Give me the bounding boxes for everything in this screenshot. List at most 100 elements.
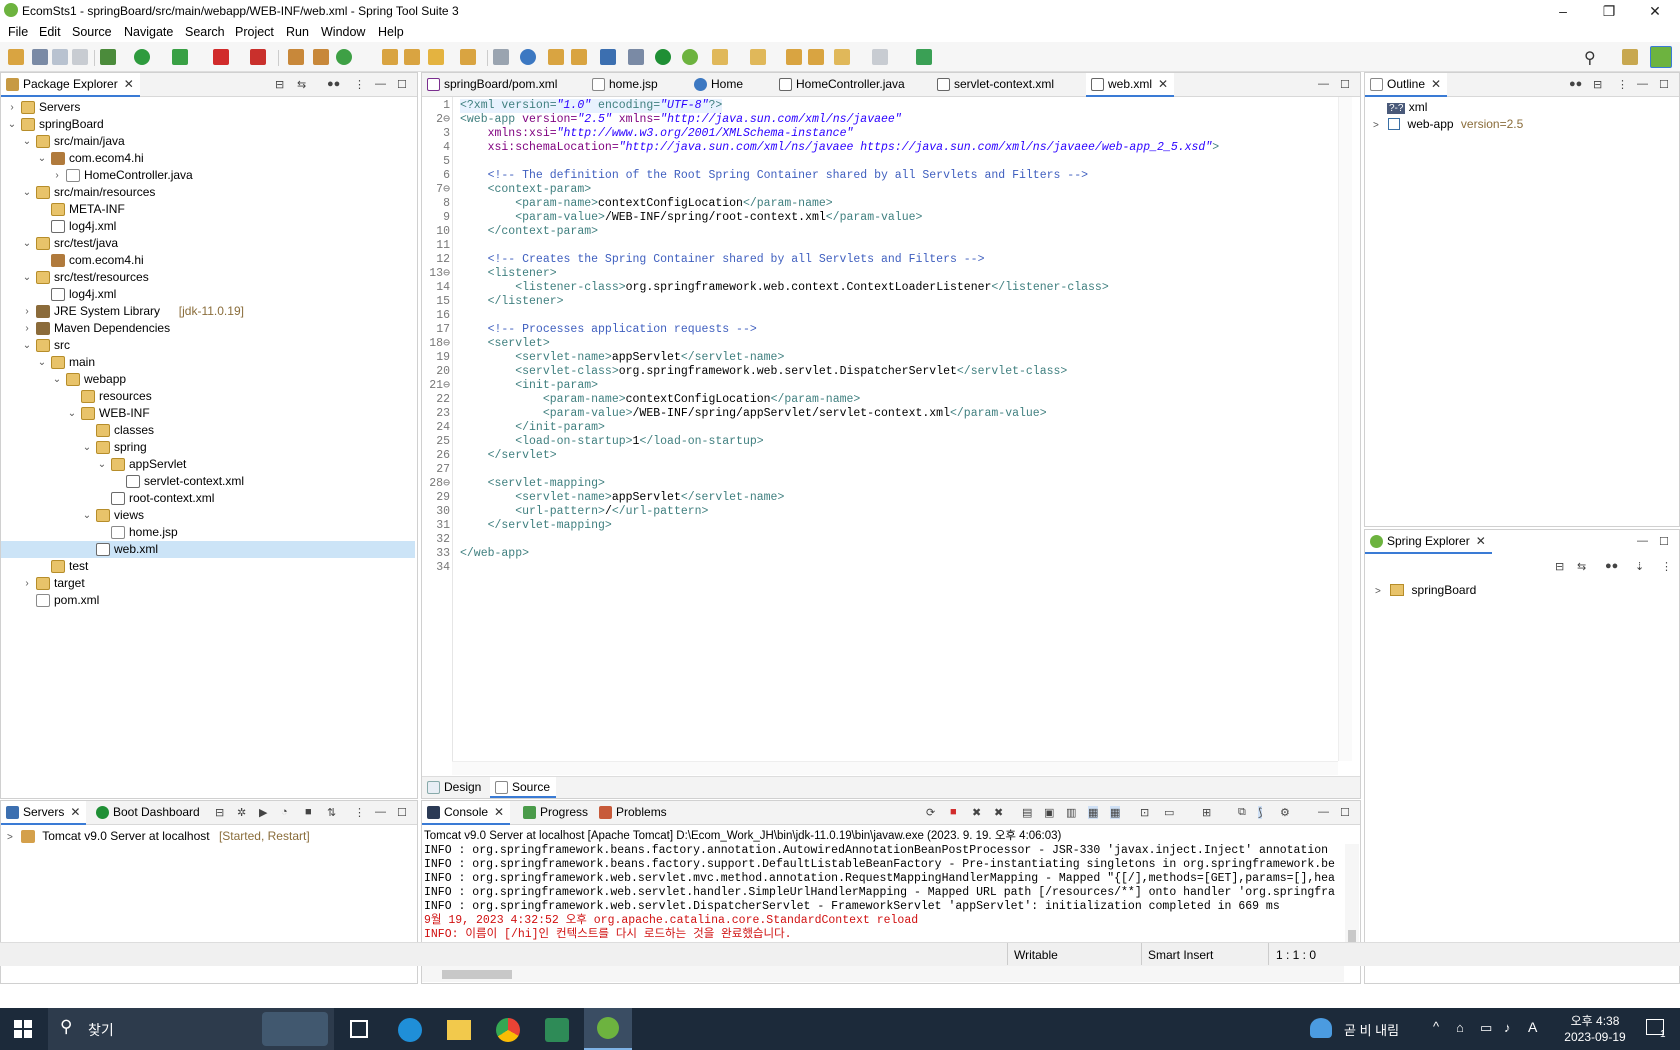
close-button[interactable]: ✕ (1632, 0, 1678, 22)
tree-item[interactable]: ⌄ src/test/resources (1, 269, 415, 286)
tree-item[interactable]: pom.xml (1, 592, 415, 609)
tab-design[interactable]: Design (422, 777, 487, 798)
relaunch-icon[interactable] (250, 49, 266, 65)
next-annotation-icon[interactable] (712, 49, 728, 65)
ime-indicator[interactable]: A (1528, 1019, 1537, 1035)
horizontal-scrollbar[interactable] (452, 761, 1338, 775)
minimize-button[interactable]: – (1540, 0, 1586, 22)
code-line[interactable]: <param-name>contextConfigLocation</param… (460, 393, 860, 407)
pin-console-icon[interactable]: ⊡ (1140, 806, 1149, 819)
tab-progress[interactable]: Progress (518, 801, 594, 825)
tree-item[interactable]: web.xml (1, 541, 415, 558)
forward-icon[interactable] (872, 49, 888, 65)
weather-icon[interactable] (1310, 1018, 1332, 1038)
code-line[interactable]: xsi:schemaLocation="http://java.sun.com/… (460, 141, 1220, 155)
spring-perspective-icon[interactable] (1650, 46, 1672, 68)
chevron-down-icon[interactable]: ⌄ (37, 150, 47, 167)
minimize-view-icon[interactable]: — (1637, 78, 1648, 90)
expand-icon[interactable]: > (7, 832, 13, 843)
network-icon[interactable]: ⌂ (1456, 1020, 1464, 1035)
tab-package-explorer[interactable]: Package Explorer ✕ (1, 73, 140, 97)
code-editor[interactable]: 1 <?xml version="1.0" encoding="UTF-8"?> 2… (422, 97, 1337, 761)
tree-item[interactable]: › Servers (1, 99, 415, 116)
stop-server-icon[interactable]: ■ (305, 806, 312, 818)
tab-home-browser[interactable]: Home (689, 73, 749, 97)
gear-icon[interactable] (493, 49, 509, 65)
expand-icon[interactable]: > (1375, 586, 1381, 597)
save-icon[interactable] (32, 49, 48, 65)
search-tool-icon[interactable] (428, 49, 444, 65)
maximize-view-icon[interactable]: ☐ (397, 806, 407, 819)
close-icon[interactable]: ✕ (70, 805, 80, 819)
tree-item[interactable]: ⌄ src/test/java (1, 235, 415, 252)
menu-search[interactable]: Search (185, 25, 225, 39)
code-line[interactable]: <param-value>/WEB-INF/spring/appServlet/… (460, 407, 1047, 421)
code-line[interactable]: </listener> (460, 295, 564, 309)
code-line[interactable]: </servlet> (460, 449, 557, 463)
chevron-down-icon[interactable]: ⌄ (7, 116, 17, 133)
code-line[interactable]: <context-param> (460, 183, 592, 197)
debug-server-icon[interactable]: ✲ (237, 806, 246, 819)
maximize-button[interactable]: ❐ (1586, 0, 1632, 22)
collapse-all-icon[interactable]: ⊟ (275, 78, 284, 91)
tree-item[interactable]: servlet-context.xml (1, 473, 415, 490)
link-icon[interactable] (628, 49, 644, 65)
task-view-icon[interactable] (350, 1020, 368, 1038)
new-spring-project-icon[interactable] (288, 49, 304, 65)
menu-run[interactable]: Run (286, 25, 309, 39)
search-icon[interactable]: ⚲ (1584, 48, 1596, 68)
task-icon[interactable] (548, 49, 564, 65)
spring-console-icon[interactable]: ⟆ (1258, 806, 1263, 819)
sts-taskbar-button[interactable] (584, 1008, 632, 1050)
gear-icon[interactable]: ⚙ (1280, 806, 1290, 819)
tree-item[interactable]: ⌄ src (1, 337, 415, 354)
code-line[interactable]: <servlet-name>appServlet</servlet-name> (460, 351, 784, 365)
maximize-editor-icon[interactable]: ☐ (1340, 78, 1350, 91)
spring-icon[interactable] (682, 49, 698, 65)
app-icon[interactable] (545, 1018, 569, 1042)
code-line[interactable]: <param-value>/WEB-INF/spring/root-contex… (460, 211, 922, 225)
code-line[interactable]: <!-- The definition of the Root Spring C… (460, 169, 1088, 183)
link-editor-icon[interactable]: ⇆ (1577, 560, 1586, 573)
stop-icon[interactable] (213, 49, 229, 65)
chevron-down-icon[interactable]: ⌄ (52, 371, 62, 388)
code-line[interactable]: <param-name>contextConfigLocation</param… (460, 197, 832, 211)
code-line[interactable]: <servlet-mapping> (460, 477, 605, 491)
code-line[interactable]: <!-- Processes application requests --> (460, 323, 757, 337)
tree-item[interactable]: META-INF (1, 201, 415, 218)
chevron-right-icon[interactable]: › (52, 167, 62, 184)
clock-time[interactable]: 오후 4:38 (1560, 1012, 1630, 1029)
tree-item[interactable]: ⌄ appServlet (1, 456, 415, 473)
maximize-view-icon[interactable]: ☐ (397, 78, 407, 91)
tab-home-jsp[interactable]: home.jsp (587, 73, 664, 97)
collapse-icon[interactable]: ⊟ (215, 806, 224, 819)
display-console-icon[interactable]: ▭ (1164, 806, 1174, 819)
tab-spring-explorer[interactable]: Spring Explorer ✕ (1365, 530, 1492, 554)
code-line[interactable]: <url-pattern>/</url-pattern> (460, 505, 708, 519)
chevron-down-icon[interactable]: ⌄ (97, 456, 107, 473)
tree-item[interactable]: ⌄ webapp (1, 371, 415, 388)
tab-console[interactable]: Console ✕ (422, 801, 511, 825)
tab-source[interactable]: Source (490, 777, 557, 798)
code-line[interactable]: <listener> (460, 267, 557, 281)
word-wrap-icon[interactable]: ▥ (1066, 806, 1076, 819)
back-icon[interactable] (834, 49, 850, 65)
tree-item[interactable]: log4j.xml (1, 286, 415, 303)
pin-editor-icon[interactable] (916, 49, 932, 65)
open-perspective-icon[interactable] (1622, 49, 1638, 65)
chevron-down-icon[interactable]: ⌄ (22, 235, 32, 252)
minimize-view-icon[interactable]: — (1318, 806, 1329, 818)
open-folder-icon[interactable] (460, 49, 476, 65)
tree-item[interactable]: classes (1, 422, 415, 439)
weather-text[interactable]: 곧 비 내림 (1344, 1020, 1399, 1039)
close-icon[interactable]: ✕ (1431, 77, 1441, 91)
maximize-view-icon[interactable]: ☐ (1340, 806, 1350, 819)
boot-icon[interactable] (655, 49, 671, 65)
scroll-lock-icon[interactable]: ▣ (1044, 806, 1054, 819)
code-line[interactable]: </init-param> (460, 421, 605, 435)
tab-web-xml[interactable]: web.xml ✕ (1086, 73, 1175, 97)
close-icon[interactable]: ✕ (1476, 534, 1486, 548)
tree-item[interactable]: com.ecom4.hi (1, 252, 415, 269)
tab-outline[interactable]: Outline ✕ (1365, 73, 1448, 97)
chevron-right-icon[interactable]: › (22, 575, 32, 592)
